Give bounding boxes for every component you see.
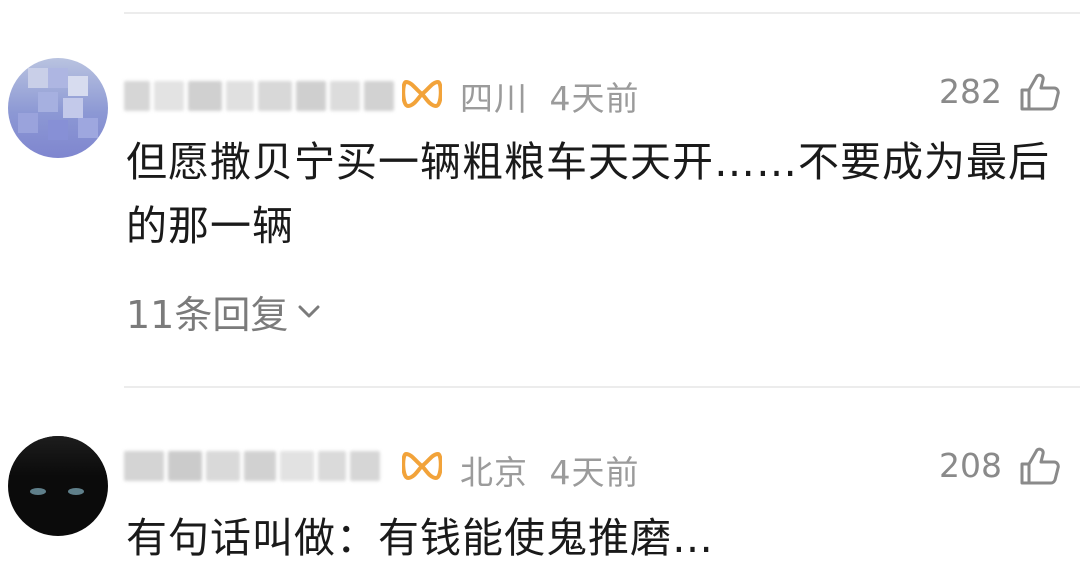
- replies-label: 11条回复: [126, 293, 289, 337]
- timestamp: 4天前: [549, 79, 640, 118]
- like-count: 208: [939, 446, 1002, 485]
- chevron-down-icon: [298, 305, 320, 317]
- vip-badge-icon: [402, 80, 442, 108]
- region: 四川: [460, 79, 528, 118]
- thumbs-up-icon[interactable]: [1018, 72, 1060, 112]
- comment-text: 有句话叫做：有钱能使鬼推磨…: [126, 514, 714, 562]
- avatar[interactable]: [8, 58, 108, 158]
- like-count: 282: [939, 72, 1002, 111]
- comment-text: 但愿撒贝宁买一辆粗粮车天天开……不要成为最后的那一辆: [126, 138, 1050, 250]
- divider: [124, 386, 1080, 388]
- comment-meta: 北京 4天前: [460, 446, 640, 494]
- comment-meta: 四川 4天前: [460, 72, 640, 120]
- view-replies-button[interactable]: 11条回复: [126, 284, 320, 339]
- avatar[interactable]: [8, 436, 108, 536]
- username-blurred[interactable]: [124, 446, 380, 486]
- region: 北京: [460, 453, 528, 492]
- divider: [124, 12, 1080, 14]
- comment-list: 四川 4天前 282 但愿撒贝宁买一辆粗粮车天天开……不要成为最后的那一辆 11…: [0, 0, 1080, 582]
- timestamp: 4天前: [549, 453, 640, 492]
- username-blurred[interactable]: [124, 76, 394, 116]
- vip-badge-icon: [402, 452, 442, 480]
- thumbs-up-icon[interactable]: [1018, 446, 1060, 486]
